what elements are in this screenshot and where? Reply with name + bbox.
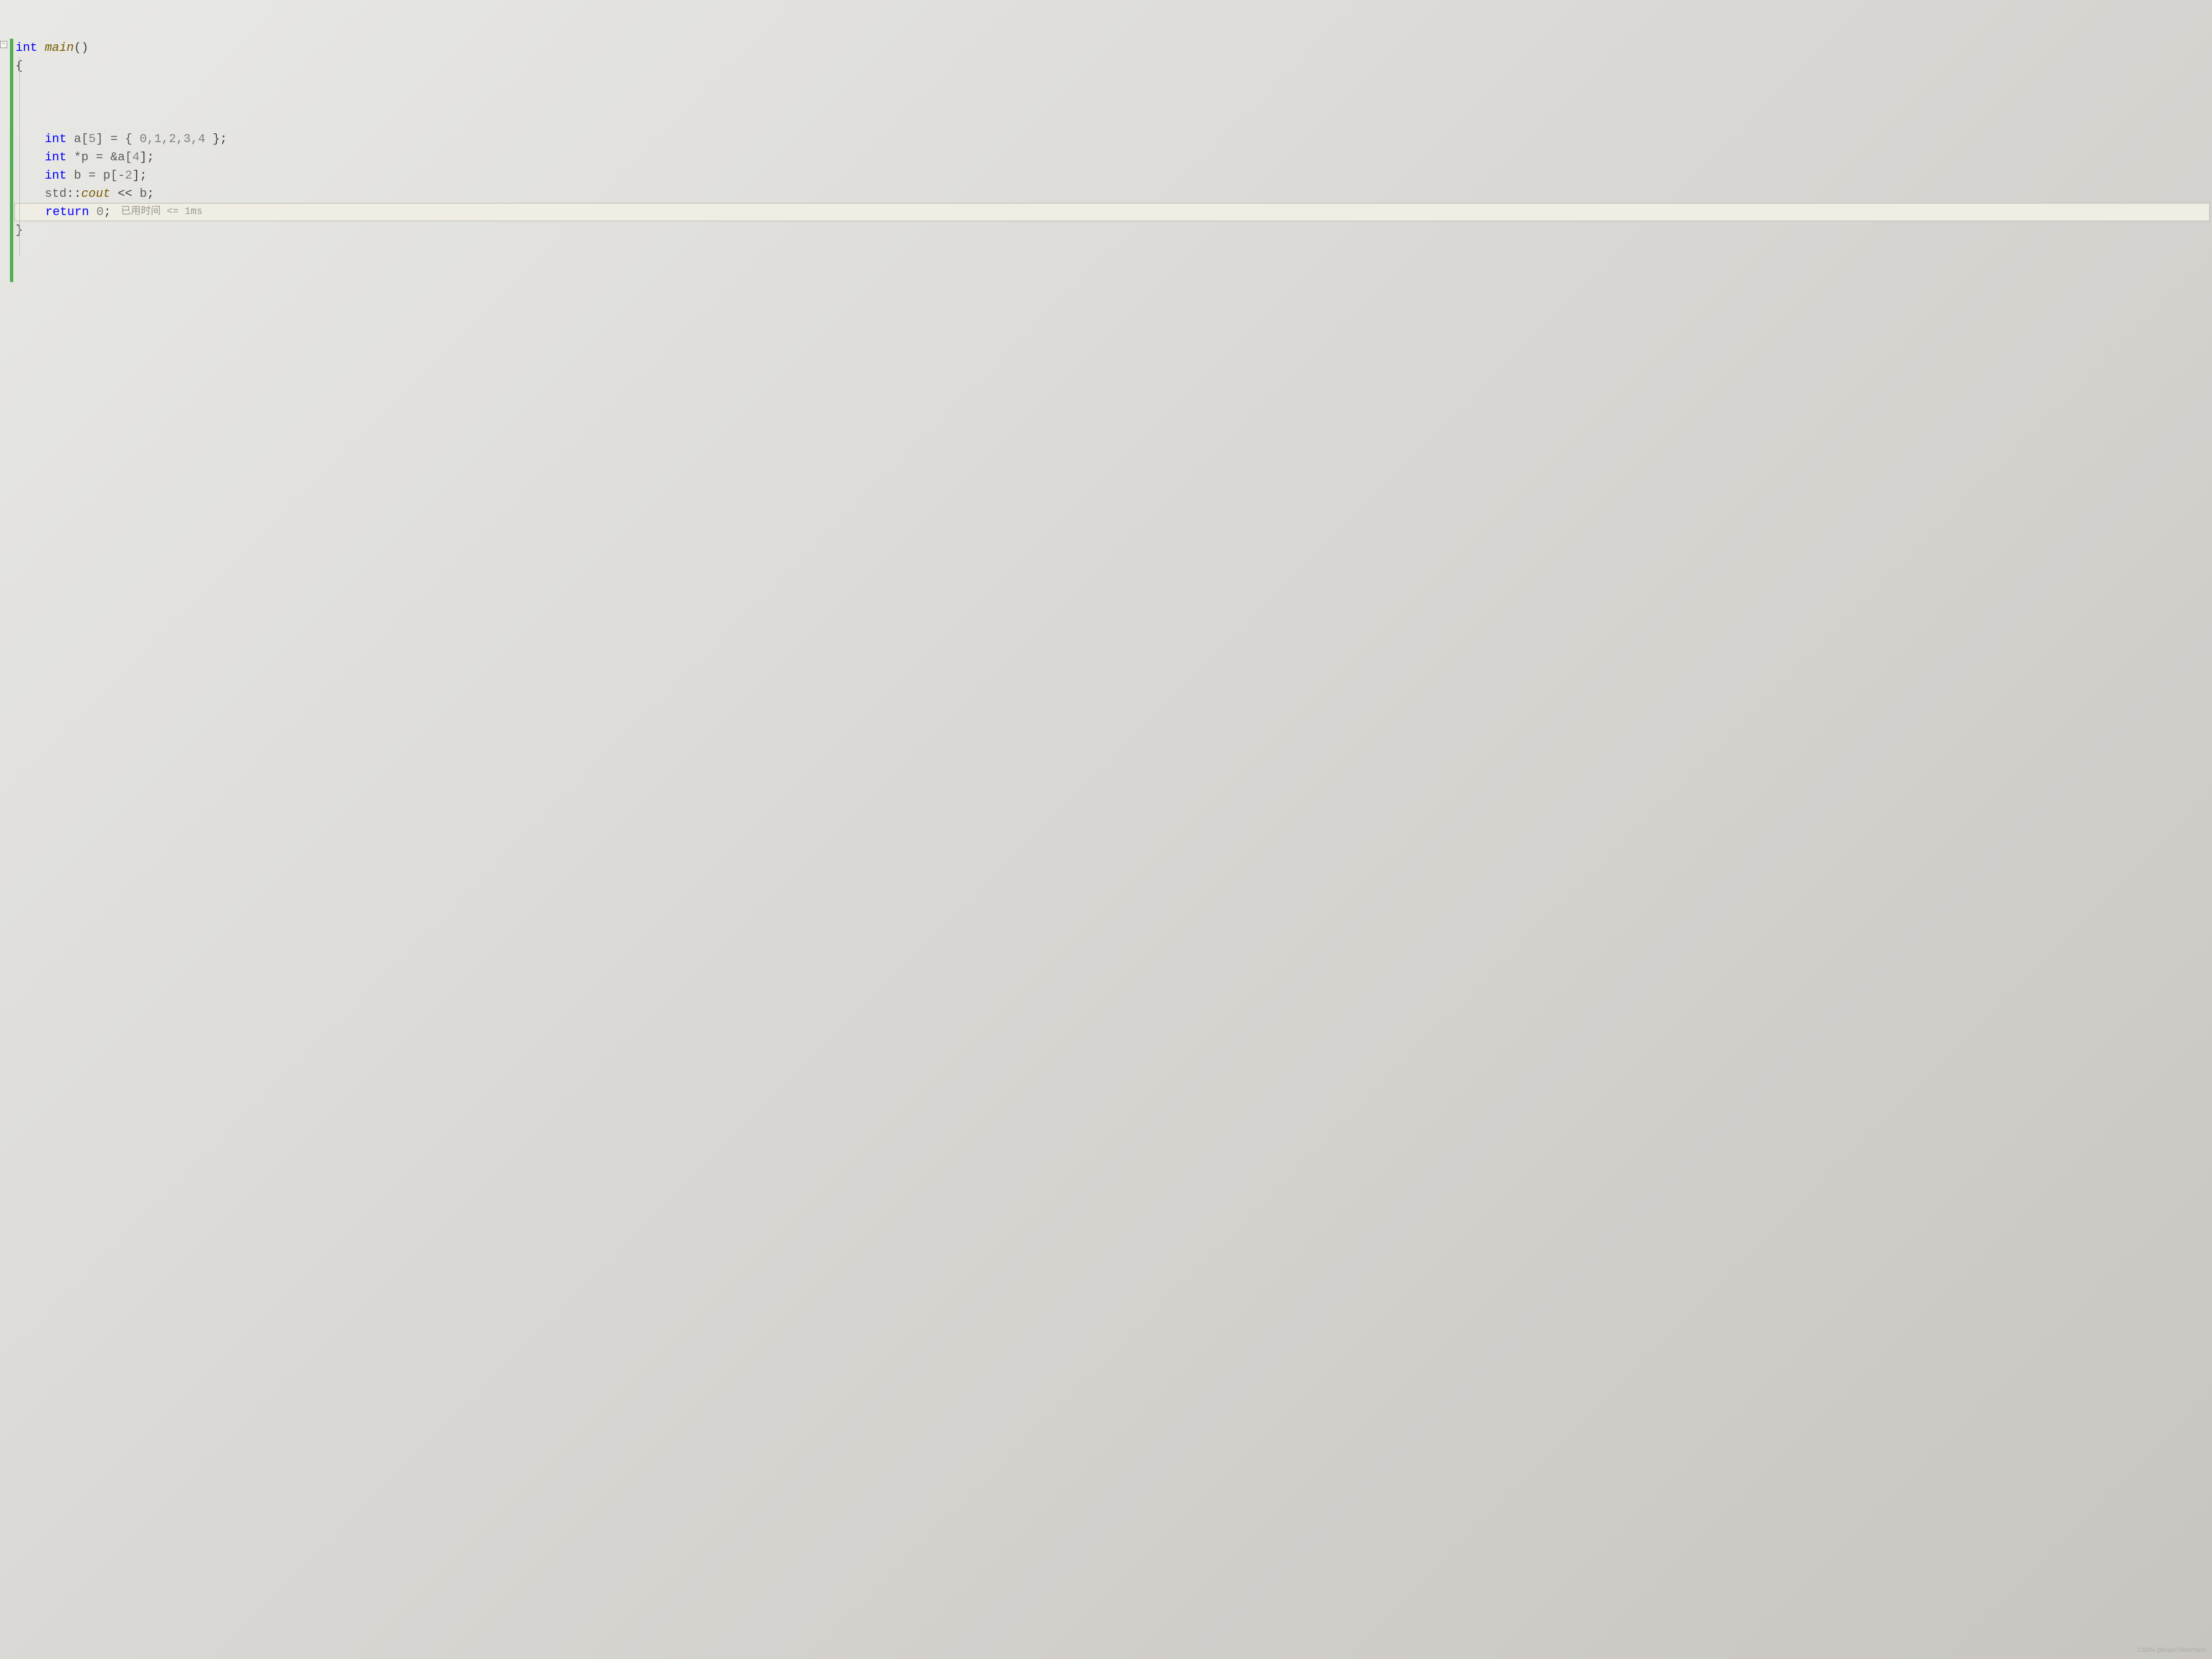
code-line[interactable] <box>15 112 2212 130</box>
identifier: b <box>139 185 147 203</box>
change-marker <box>10 39 13 282</box>
code-line[interactable]: } <box>15 221 2212 239</box>
parens: () <box>74 39 88 57</box>
code-line[interactable]: int a[5] = { 0,1,2,3,4 }; <box>15 130 2212 148</box>
keyword: int <box>45 166 67 185</box>
gutter: − <box>0 39 8 48</box>
number: 2 <box>125 166 132 185</box>
code-line[interactable]: std::cout << b; <box>15 185 2212 203</box>
function-name: main <box>45 39 74 57</box>
code-area[interactable]: int main() { int a[5] = { 0,1,2,3,4 }; i… <box>15 39 2212 239</box>
keyword: int <box>45 148 67 166</box>
stream: cout <box>81 185 111 203</box>
code-line[interactable]: { <box>15 57 2212 75</box>
code-line[interactable] <box>15 75 2212 93</box>
identifier: a[ <box>66 130 88 148</box>
operator: << <box>111 185 140 203</box>
namespace: std <box>45 185 67 203</box>
number: 5 <box>88 130 96 148</box>
current-line[interactable]: return 0;已用时间 <= 1ms <box>14 203 2210 221</box>
keyword: int <box>15 39 38 57</box>
code-line[interactable] <box>15 93 2212 112</box>
number-list: 0,1,2,3,4 <box>139 130 205 148</box>
number: 0 <box>96 203 103 221</box>
keyword: return <box>45 203 89 221</box>
indent-guide <box>19 57 20 256</box>
number: 4 <box>132 148 139 166</box>
codelens-hint: 已用时间 <= 1ms <box>121 205 203 220</box>
identifier: b = p[- <box>66 166 125 185</box>
fold-icon[interactable]: − <box>0 41 7 48</box>
code-editor[interactable]: − int main() { int a[5] = { 0,1,2,3,4 };… <box>0 0 2212 239</box>
keyword: int <box>45 130 67 148</box>
code-line[interactable]: int main() <box>15 39 2212 57</box>
watermark: CSDN @kupeThinkPoem <box>2137 1647 2206 1653</box>
code-line[interactable]: int *p = &a[4]; <box>15 148 2212 166</box>
identifier: *p = &a[ <box>66 148 132 166</box>
code-line[interactable]: int b = p[-2]; <box>15 166 2212 185</box>
